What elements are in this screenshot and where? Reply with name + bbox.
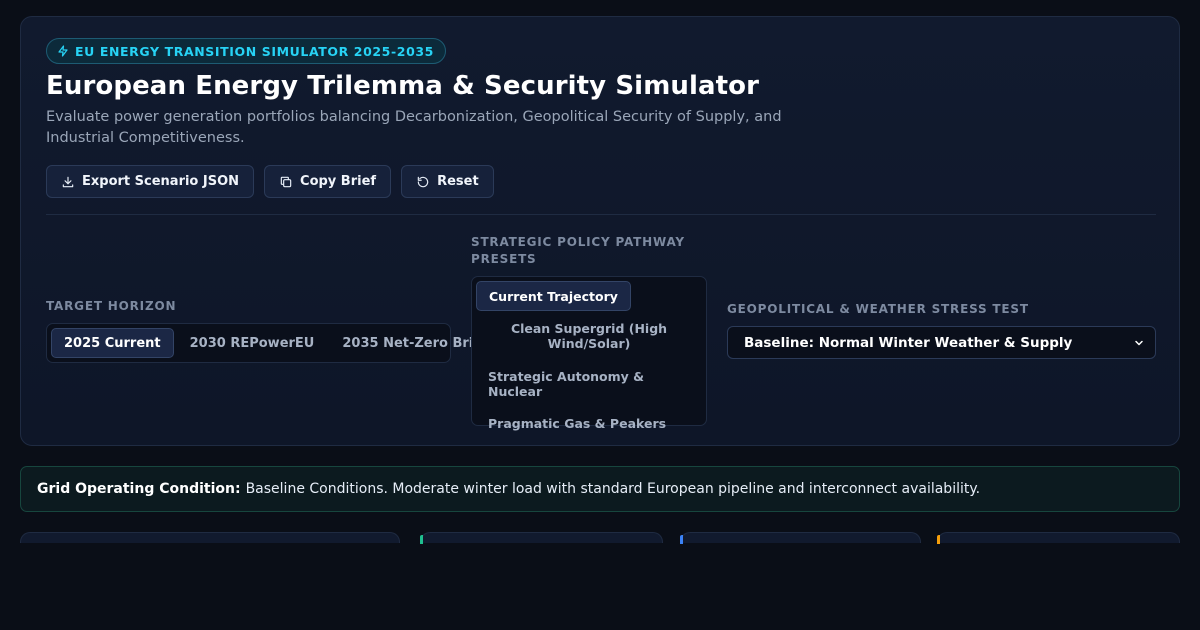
toolbar: Export Scenario JSON Copy Brief Reset: [46, 165, 494, 198]
policy-presets-label: STRATEGIC POLICY PATHWAY PRESETS: [471, 235, 685, 266]
copy-label: Copy Brief: [300, 174, 377, 189]
copy-icon: [280, 176, 292, 187]
preset-current-trajectory[interactable]: Current Trajectory: [476, 281, 631, 311]
page-title: European Energy Trilemma & Security Simu…: [46, 71, 760, 101]
export-label: Export Scenario JSON: [82, 174, 240, 189]
badge-label: EU ENERGY TRANSITION SIMULATOR 2025-2035: [75, 43, 434, 59]
horizon-option-2025[interactable]: 2025 Current: [51, 328, 174, 358]
export-scenario-button[interactable]: Export Scenario JSON: [46, 165, 255, 198]
stress-test-label: GEOPOLITICAL & WEATHER STRESS TEST: [727, 302, 1029, 316]
reset-label: Reset: [437, 174, 479, 189]
card-accent: [680, 535, 683, 544]
preset-pragmatic-gas[interactable]: Pragmatic Gas & Peakers: [476, 416, 702, 431]
metric-card: [937, 532, 1180, 544]
reset-icon: [417, 176, 429, 187]
card-accent: [937, 535, 940, 544]
metric-card: [420, 532, 663, 544]
policy-presets-list: Current Trajectory Clean Supergrid (High…: [471, 276, 707, 431]
lightning-icon: [58, 45, 68, 57]
stress-test-select[interactable]: Baseline: Normal Winter Weather & Supply: [727, 326, 1156, 359]
card-accent: [420, 535, 423, 544]
simulator-badge: EU ENERGY TRANSITION SIMULATOR 2025-2035: [46, 38, 446, 64]
preset-clean-supergrid[interactable]: Clean Supergrid (High Wind/Solar): [476, 321, 702, 351]
reset-button[interactable]: Reset: [401, 165, 494, 198]
stress-test-value: Baseline: Normal Winter Weather & Supply: [744, 334, 1073, 351]
horizon-option-2030[interactable]: 2030 REPowerEU: [178, 328, 327, 358]
grid-condition-banner: Grid Operating Condition: Baseline Condi…: [20, 466, 1180, 512]
metric-card: [680, 532, 921, 544]
preset-strategic-autonomy[interactable]: Strategic Autonomy & Nuclear: [476, 369, 702, 399]
horizon-selector: 2025 Current 2030 REPowerEU 2035 Net-Zer…: [46, 323, 501, 363]
download-icon: [62, 176, 74, 187]
divider: [46, 214, 1156, 215]
grid-condition-text: Baseline Conditions. Moderate winter loa…: [245, 481, 981, 497]
copy-brief-button[interactable]: Copy Brief: [264, 165, 392, 198]
control-panel: EU ENERGY TRANSITION SIMULATOR 2025-2035…: [20, 16, 1180, 446]
metric-card: [20, 532, 400, 543]
chevron-down-icon: [1135, 340, 1143, 345]
target-horizon-label: TARGET HORIZON: [46, 299, 177, 313]
grid-condition-label: Grid Operating Condition:: [37, 481, 241, 497]
page-subtitle: Evaluate power generation portfolios bal…: [46, 109, 782, 146]
